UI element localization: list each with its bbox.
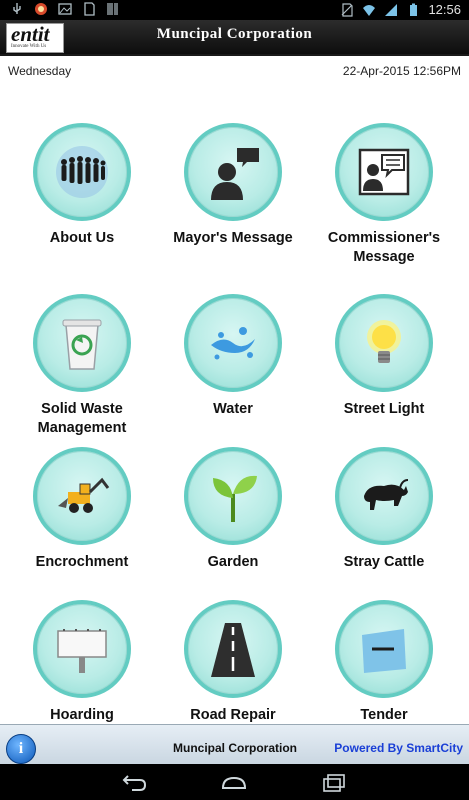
- info-icon: i: [18, 740, 24, 757]
- road-repair-circle[interactable]: [184, 600, 282, 698]
- back-icon[interactable]: [120, 772, 148, 792]
- date-row: Wednesday 22-Apr-2015 12:56PM: [8, 64, 461, 82]
- plant-icon: [213, 475, 257, 522]
- app-header: entit Innovate With Us Muncipal Corporat…: [0, 20, 469, 56]
- navigation-bar: [0, 764, 469, 800]
- date-time-label: 22-Apr-2015 12:56PM: [342, 64, 461, 78]
- tile-mayors-message[interactable]: Mayor's Message: [158, 123, 308, 248]
- tile-label: Stray Cattle: [343, 554, 425, 570]
- tile-label: Hoarding: [50, 707, 114, 723]
- no-sim-icon: [342, 2, 354, 17]
- about-us-circle[interactable]: [33, 123, 131, 221]
- battery-icon: [410, 3, 418, 16]
- people-group-icon: [56, 146, 108, 198]
- tile-label: Street Light: [343, 401, 425, 417]
- encrochment-circle[interactable]: [33, 447, 131, 545]
- water-circle[interactable]: [184, 294, 282, 392]
- tender-circle[interactable]: [335, 600, 433, 698]
- tile-label: Mayor's Message: [173, 230, 293, 246]
- page-title: Muncipal Corporation: [156, 26, 313, 42]
- stray-cattle-circle[interactable]: [335, 447, 433, 545]
- tile-label: Commissioner's Message: [327, 230, 441, 265]
- tile-label: Tender: [360, 707, 408, 723]
- sd-card-icon: [84, 2, 95, 16]
- tile-water[interactable]: Water: [158, 294, 308, 419]
- tender-box-icon: [362, 629, 406, 673]
- tile-street-light[interactable]: Street Light: [309, 294, 459, 419]
- person-speech-icon: [211, 148, 259, 200]
- road-icon: [211, 623, 255, 677]
- status-bar: 12:56: [0, 0, 469, 20]
- billboard-icon: [57, 629, 107, 673]
- day-label: Wednesday: [8, 64, 72, 78]
- barcode-icon: [107, 3, 118, 15]
- recent-apps-icon[interactable]: [320, 772, 348, 792]
- footer-bar: i Muncipal Corporation Powered By SmartC…: [0, 724, 469, 765]
- commissioners-message-circle[interactable]: [335, 123, 433, 221]
- tile-label: Encrochment: [35, 554, 129, 570]
- hoarding-circle[interactable]: [33, 600, 131, 698]
- tile-solid-waste-management[interactable]: Solid Waste Management: [7, 294, 157, 438]
- gallery-icon: [58, 3, 72, 15]
- tile-hoarding[interactable]: Hoarding: [7, 600, 157, 725]
- street-light-circle[interactable]: [335, 294, 433, 392]
- tile-label: Water: [213, 401, 253, 417]
- tile-road-repair[interactable]: Road Repair: [158, 600, 308, 725]
- wifi-icon: [363, 4, 376, 16]
- status-time: 12:56: [428, 2, 461, 17]
- light-bulb-icon: [367, 320, 401, 363]
- usb-icon: [13, 3, 21, 14]
- solid-waste-circle[interactable]: [33, 294, 131, 392]
- tile-commissioners-message[interactable]: Commissioner's Message: [309, 123, 459, 267]
- tile-stray-cattle[interactable]: Stray Cattle: [309, 447, 459, 572]
- logo-tagline: Innovate With Us: [11, 44, 47, 49]
- home-icon[interactable]: [220, 772, 248, 792]
- info-button[interactable]: i: [6, 734, 36, 764]
- commissioner-message-icon: [358, 148, 410, 196]
- recycle-bin-icon: [62, 319, 102, 370]
- footer-title: Muncipal Corporation: [173, 741, 297, 755]
- app-notification-icon: [35, 3, 47, 15]
- garden-circle[interactable]: [184, 447, 282, 545]
- tile-garden[interactable]: Garden: [158, 447, 308, 572]
- water-splash-icon: [211, 327, 255, 360]
- signal-icon: [385, 3, 398, 16]
- tile-label: Solid Waste Management: [37, 401, 127, 436]
- tile-label: Garden: [207, 554, 259, 570]
- powered-by-link[interactable]: Powered By SmartCity: [334, 741, 463, 755]
- tile-tender[interactable]: Tender: [309, 600, 459, 725]
- tile-label: About Us: [49, 230, 115, 246]
- bull-icon: [364, 479, 409, 510]
- tile-label: Road Repair: [190, 707, 276, 723]
- excavator-icon: [58, 477, 110, 513]
- mayors-message-circle[interactable]: [184, 123, 282, 221]
- tile-encrochment[interactable]: Encrochment: [7, 447, 157, 572]
- tile-about-us[interactable]: About Us: [7, 123, 157, 248]
